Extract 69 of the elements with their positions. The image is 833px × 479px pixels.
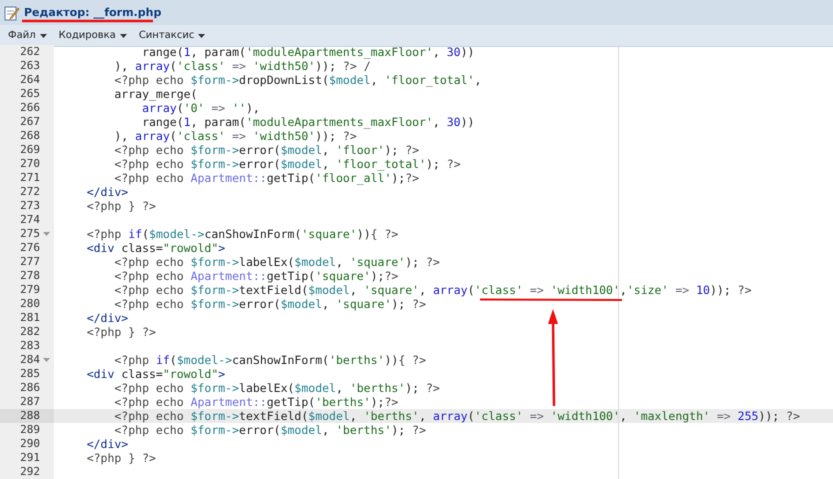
- line-number: 274: [19, 213, 40, 227]
- line-number: 291: [19, 451, 40, 465]
- line-number: 267: [19, 115, 40, 129]
- menu-button[interactable]: Синтаксис: [134, 28, 210, 43]
- line-number: 263: [19, 59, 40, 73]
- code-line: </div>: [86, 437, 128, 451]
- window-title: Редактор: __form.php: [24, 6, 162, 19]
- line-number: 281: [19, 311, 40, 325]
- line-number: 278: [19, 269, 40, 283]
- line-number: 285: [19, 367, 40, 381]
- code-line: array_merge(: [113, 87, 198, 101]
- code-line: <?php } ?>: [86, 325, 156, 339]
- code-line: <?php echo $form->error($model, 'square'); ?>: [113, 297, 426, 311]
- code-line: <?php echo $form->textField($model, 'berths', array('class' => 'width100', 'maxlength' => 255)); ?>: [113, 409, 800, 423]
- code-line: range(1, param('moduleApartments_maxFloor', 30)): [141, 115, 474, 129]
- line-number: 287: [19, 395, 40, 409]
- code-line: <?php echo $form->labelEx($model, 'berths'); ?>: [113, 381, 440, 395]
- line-number: 270: [19, 157, 40, 171]
- line-number: 265: [19, 87, 40, 101]
- line-number: 272: [19, 185, 40, 199]
- code-line: <?php if($model->canShowInForm('square')){ ?>: [86, 227, 398, 241]
- notepad-pencil-icon: [4, 4, 20, 20]
- caret-icon: [120, 34, 127, 38]
- line-number: 273: [19, 199, 40, 213]
- line-number: 289: [19, 423, 40, 437]
- code-line: <?php } ?>: [86, 451, 156, 465]
- line-number: 262: [19, 45, 40, 59]
- code-line: <?php echo $form->error($model, 'berths'); ?>: [113, 423, 426, 437]
- code-line: <?php if($model->canShowInForm('berths')){ ?>: [113, 353, 426, 367]
- code-line: <?php echo Apartment::getTip('square');?>: [113, 269, 398, 283]
- code-line: <?php echo $form->labelEx($model, 'square'); ?>: [113, 255, 440, 269]
- line-number: 288: [19, 409, 40, 423]
- code-line: <?php } ?>: [86, 199, 156, 213]
- code-line: <?php echo $form->textField($model, 'square', array('class' => 'width100','size' => 10)); ?>: [113, 283, 752, 297]
- line-number: 269: [19, 143, 40, 157]
- code-line: <?php echo Apartment::getTip('berths');?>: [113, 395, 398, 409]
- line-number: 280: [19, 297, 40, 311]
- line-number: 290: [19, 437, 40, 451]
- code-line: <?php echo $form->dropDownList($model, 'floor_total',: [113, 73, 482, 87]
- code-line: ), array('class' => 'width50')); ?>: [113, 129, 357, 143]
- caret-icon: [40, 34, 47, 38]
- code-line: <?php echo $form->error($model, 'floor_total'); ?>: [113, 157, 461, 171]
- code-line: <div class="rowold">: [86, 241, 226, 255]
- code-line: range(1, param('moduleApartments_maxFloor', 30)): [141, 45, 474, 59]
- code-line: </div>: [86, 311, 128, 325]
- line-number: 283: [19, 339, 40, 353]
- line-number: 275: [19, 227, 40, 241]
- line-number: 266: [19, 101, 40, 115]
- fold-caret-icon[interactable]: [43, 232, 50, 236]
- line-number: 279: [19, 283, 40, 297]
- line-number: 271: [19, 171, 40, 185]
- code-line: ), array('class' => 'width50')); ?> /: [113, 59, 371, 73]
- caret-icon: [198, 34, 206, 38]
- line-number: 268: [19, 129, 40, 143]
- code-line: <?php echo $form->error($model, 'floor'); ?>: [113, 143, 420, 157]
- fold-caret-icon[interactable]: [43, 358, 50, 362]
- line-number: 284: [19, 353, 40, 367]
- line-number: 277: [19, 255, 40, 269]
- menu-button[interactable]: Кодировка: [54, 28, 132, 43]
- line-number: 292: [19, 465, 40, 479]
- code-line: </div>: [86, 185, 128, 199]
- code-line: array('0' => ''),: [141, 101, 260, 115]
- line-number: 276: [19, 241, 40, 255]
- line-number: 286: [19, 381, 40, 395]
- line-number: 282: [19, 325, 40, 339]
- code-line: <div class="rowold">: [86, 367, 226, 381]
- code-line: <?php echo Apartment::getTip('floor_all');?>: [113, 171, 420, 185]
- menu-button[interactable]: Файл: [3, 28, 52, 43]
- line-number: 264: [19, 73, 40, 87]
